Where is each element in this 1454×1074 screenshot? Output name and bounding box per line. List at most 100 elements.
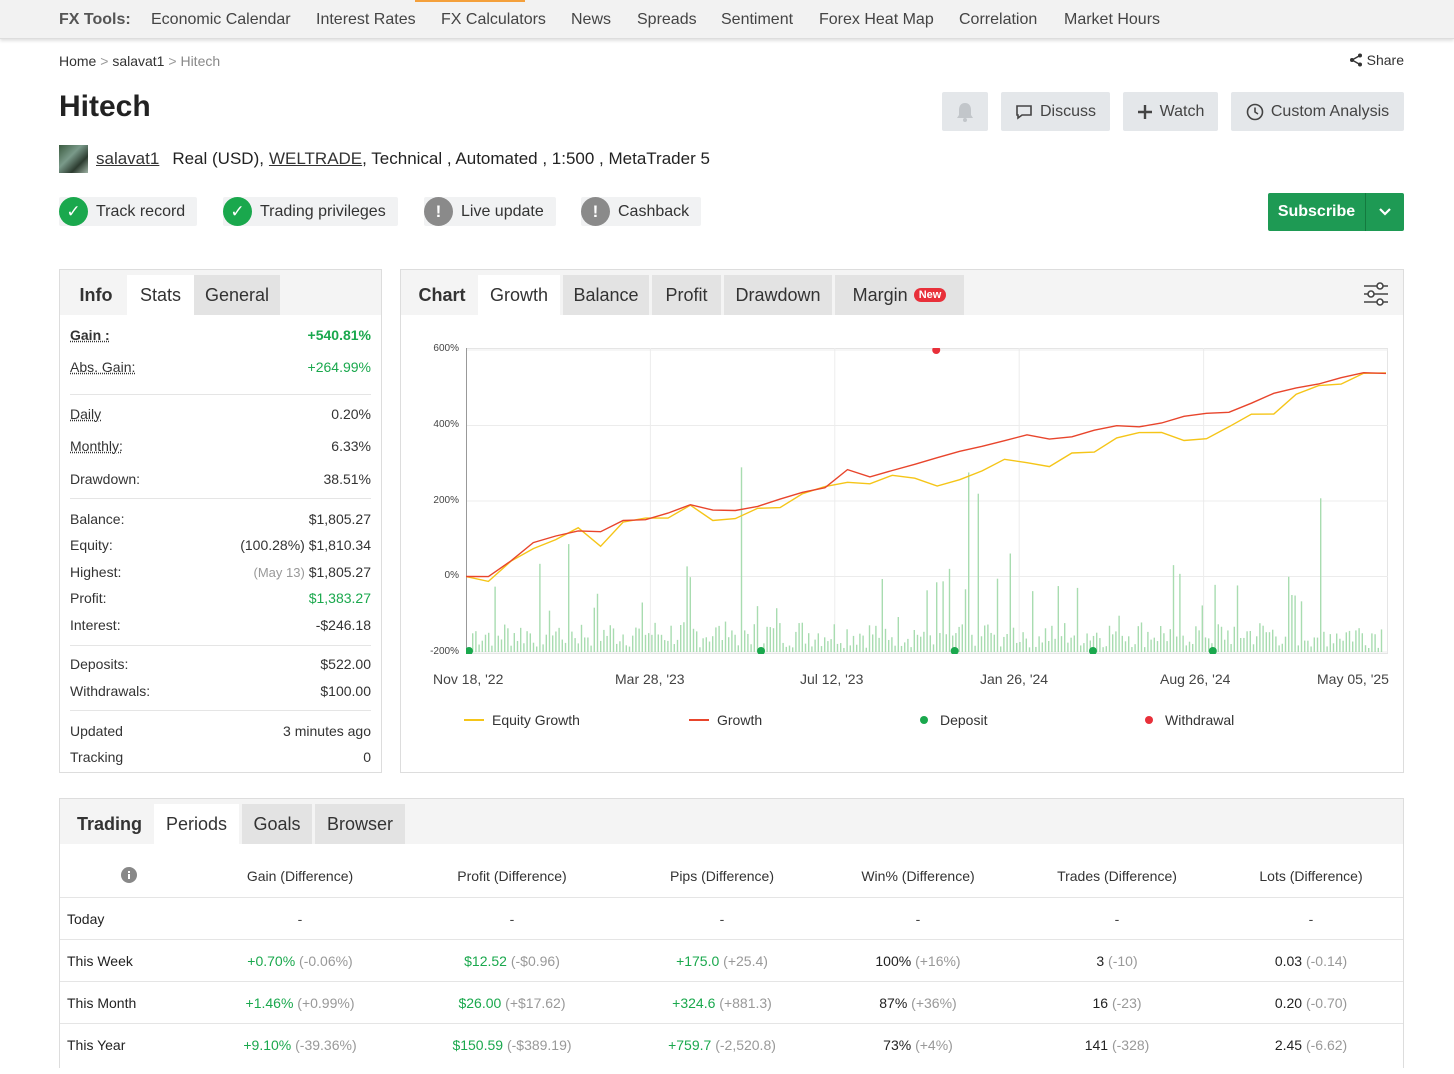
- avatar[interactable]: [59, 145, 88, 173]
- volume-bar: [1188, 641, 1191, 652]
- nav-sentiment[interactable]: Sentiment: [721, 11, 793, 29]
- author-link[interactable]: salavat1: [96, 149, 159, 169]
- badge-trading-privileges[interactable]: ✓ Trading privileges: [223, 197, 398, 226]
- table-cell: $26.00 (+$17.62): [412, 995, 612, 1011]
- nav-fx-calculators[interactable]: FX Calculators: [441, 11, 546, 29]
- legend-growth[interactable]: Growth: [689, 712, 762, 728]
- growth-chart[interactable]: [466, 348, 1388, 654]
- tab-chart[interactable]: Chart: [406, 275, 478, 315]
- volume-bar: [920, 636, 922, 652]
- broker-link[interactable]: WELTRADE: [269, 149, 362, 169]
- chart-settings-icon[interactable]: [1363, 282, 1389, 306]
- volume-bar: [574, 638, 576, 652]
- nav-correlation[interactable]: Correlation: [959, 11, 1037, 29]
- stat-value: 0.20%: [331, 406, 371, 422]
- volume-bar: [1259, 623, 1261, 652]
- tab-profit[interactable]: Profit: [652, 275, 721, 315]
- stat-gain: Gain : +540.81%: [70, 327, 371, 343]
- tab-margin[interactable]: Margin New: [835, 275, 964, 315]
- watch-button[interactable]: Watch: [1123, 92, 1218, 131]
- volume-bar: [699, 647, 701, 652]
- stat-value: $100.00: [320, 683, 371, 699]
- volume-bar: [1377, 647, 1379, 652]
- volume-bar: [1339, 638, 1341, 652]
- legend-deposit[interactable]: Deposit: [920, 712, 987, 728]
- volume-bar: [1262, 625, 1264, 652]
- tab-balance[interactable]: Balance: [563, 275, 649, 315]
- alert-bell-button[interactable]: [942, 92, 988, 131]
- tab-goals[interactable]: Goals: [242, 804, 312, 844]
- legend-label: Withdrawal: [1165, 712, 1235, 728]
- table-cell: -: [622, 911, 822, 927]
- nav-news[interactable]: News: [571, 11, 611, 29]
- breadcrumb-user[interactable]: salavat1: [112, 53, 164, 69]
- stat-label: Equity:: [70, 537, 113, 553]
- nav-market-hours[interactable]: Market Hours: [1064, 11, 1160, 29]
- badge-track-record[interactable]: ✓ Track record: [59, 197, 198, 226]
- volume-bar: [1169, 629, 1171, 652]
- volume-bar: [1342, 640, 1344, 652]
- account-type: Real (USD),: [172, 149, 264, 168]
- volume-bar: [705, 637, 707, 652]
- legend-withdrawal[interactable]: Withdrawal: [1145, 712, 1234, 728]
- subscribe-button[interactable]: Subscribe: [1268, 193, 1366, 231]
- volume-bar: [817, 633, 819, 652]
- tab-periods[interactable]: Periods: [154, 804, 239, 844]
- stat-monthly: Monthly: 6.33%: [70, 438, 371, 454]
- volume-bar: [564, 642, 567, 652]
- info-icon[interactable]: [121, 867, 137, 883]
- volume-bar: [788, 645, 791, 652]
- column-header: Gain (Difference): [246, 868, 354, 884]
- subscribe-dropdown[interactable]: [1366, 193, 1404, 231]
- custom-analysis-button[interactable]: Custom Analysis: [1231, 92, 1404, 131]
- tab-general[interactable]: General: [194, 275, 280, 315]
- legend-equity-growth[interactable]: Equity Growth: [464, 712, 580, 728]
- tab-info[interactable]: Info: [65, 275, 127, 315]
- volume-bar: [1172, 565, 1175, 652]
- discuss-button[interactable]: Discuss: [1001, 92, 1110, 131]
- nav-spreads[interactable]: Spreads: [637, 11, 697, 29]
- tab-drawdown[interactable]: Drawdown: [724, 275, 832, 315]
- tab-growth[interactable]: Growth: [478, 275, 560, 315]
- tab-browser[interactable]: Browser: [315, 804, 405, 844]
- volume-bar: [504, 624, 506, 652]
- badge-cashback[interactable]: ! Cashback: [581, 197, 702, 226]
- volume-bar: [878, 637, 880, 652]
- volume-bar: [830, 639, 832, 652]
- nav-interest-rates[interactable]: Interest Rates: [316, 11, 416, 29]
- volume-bar: [622, 634, 624, 652]
- legend-label: Deposit: [940, 712, 988, 728]
- volume-bar: [1288, 576, 1290, 652]
- volume-bar: [1300, 601, 1303, 652]
- volume-bar: [1025, 638, 1027, 652]
- cell-difference: (+36%): [907, 995, 957, 1011]
- legend-swatch: [689, 719, 709, 721]
- volume-bar: [641, 602, 643, 652]
- volume-bar: [1064, 623, 1066, 652]
- volume-bar: [1016, 642, 1018, 652]
- stats-tabs: Info Stats General: [60, 270, 381, 315]
- breadcrumb-home[interactable]: Home: [59, 53, 96, 69]
- volume-bar: [1006, 633, 1008, 652]
- breadcrumb-current: Hitech: [180, 53, 221, 69]
- volume-bar: [1003, 636, 1005, 652]
- table-cell: -: [412, 911, 612, 927]
- tab-trading[interactable]: Trading: [65, 804, 154, 844]
- nav-forex-heat-map[interactable]: Forex Heat Map: [819, 11, 934, 29]
- row-label: This Month: [67, 995, 137, 1011]
- breadcrumb-separator: >: [100, 53, 109, 69]
- share-button[interactable]: Share: [1349, 52, 1404, 68]
- stat-drawdown: Drawdown: 38.51%: [70, 471, 371, 487]
- badge-live-update[interactable]: ! Live update: [424, 197, 556, 226]
- tab-stats[interactable]: Stats: [127, 275, 194, 315]
- divider: [70, 710, 371, 711]
- volume-bar: [932, 644, 935, 652]
- table-cell: 100% (+16%): [818, 953, 1018, 969]
- nav-economic-calendar[interactable]: Economic Calendar: [151, 11, 291, 29]
- comment-icon: [1016, 104, 1032, 120]
- volume-bar: [916, 634, 919, 652]
- volume-bar: [1275, 636, 1277, 652]
- volume-bar: [590, 645, 592, 652]
- stat-label: Balance:: [70, 511, 125, 527]
- cell-difference: (-0.06%): [295, 953, 353, 969]
